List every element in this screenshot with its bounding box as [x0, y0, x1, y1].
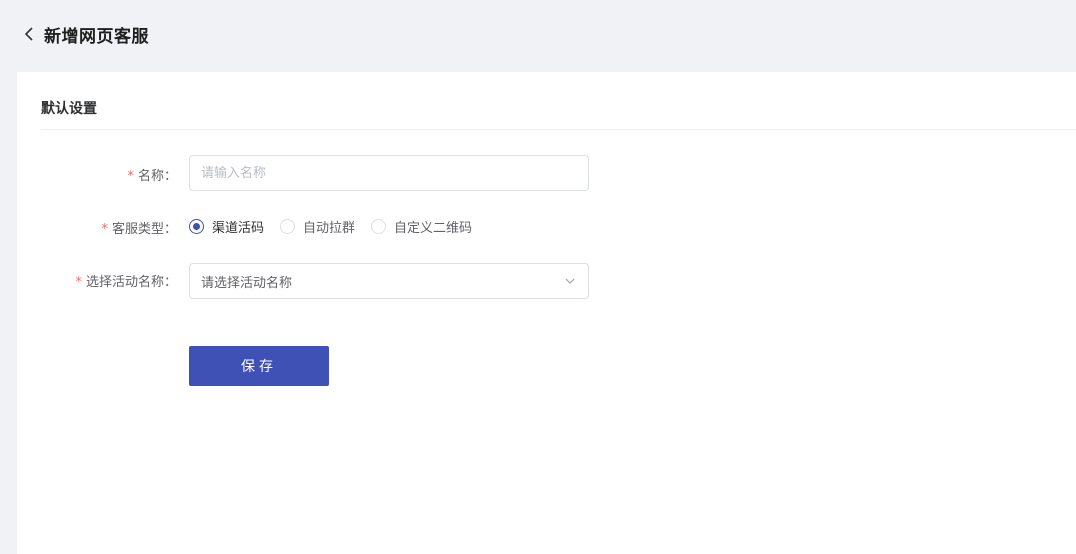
name-label: * 名称： [127, 165, 177, 184]
radio-option-auto-group[interactable]: 自动拉群 [280, 217, 355, 236]
activity-label: * 选择活动名称： [75, 271, 177, 290]
radio-unchecked-icon[interactable] [371, 218, 387, 234]
activity-label-text: 选择活动名称： [85, 275, 177, 290]
chevron-down-icon [565, 278, 575, 284]
form-card: 默认设置 *名称： *客服类型： 渠道活码 自动拉群 自定义二维码 *选择活动名… [17, 72, 1076, 554]
activity-select[interactable]: 请选择活动名称 [189, 263, 589, 299]
page-title: 新增网页客服 [44, 26, 149, 47]
page-header: 新增网页客服 [0, 0, 1076, 72]
name-input[interactable] [189, 155, 589, 191]
required-mark: * [127, 169, 134, 184]
service-type-label: * 客服类型： [101, 218, 177, 237]
chevron-left-icon [24, 27, 33, 41]
radio-option-channel-qr[interactable]: 渠道活码 [189, 217, 264, 236]
name-label-text: 名称： [137, 169, 177, 184]
radio-unchecked-icon[interactable] [280, 218, 296, 234]
service-type-radio-group: 渠道活码 自动拉群 自定义二维码 [189, 216, 488, 236]
radio-label: 渠道活码 [212, 220, 265, 236]
required-mark: * [101, 222, 108, 237]
section-title: 默认设置 [41, 101, 97, 117]
service-type-label-text: 客服类型： [111, 222, 177, 237]
section-divider [41, 129, 1076, 130]
radio-option-custom-qr[interactable]: 自定义二维码 [371, 217, 472, 236]
radio-label: 自动拉群 [303, 220, 356, 236]
activity-select-placeholder: 请选择活动名称 [201, 275, 293, 291]
back-button[interactable]: 新增网页客服 [22, 20, 149, 48]
radio-checked-icon[interactable] [189, 218, 204, 234]
radio-label: 自定义二维码 [394, 220, 473, 236]
required-mark: * [75, 275, 82, 290]
save-button[interactable]: 保存 [189, 346, 329, 386]
